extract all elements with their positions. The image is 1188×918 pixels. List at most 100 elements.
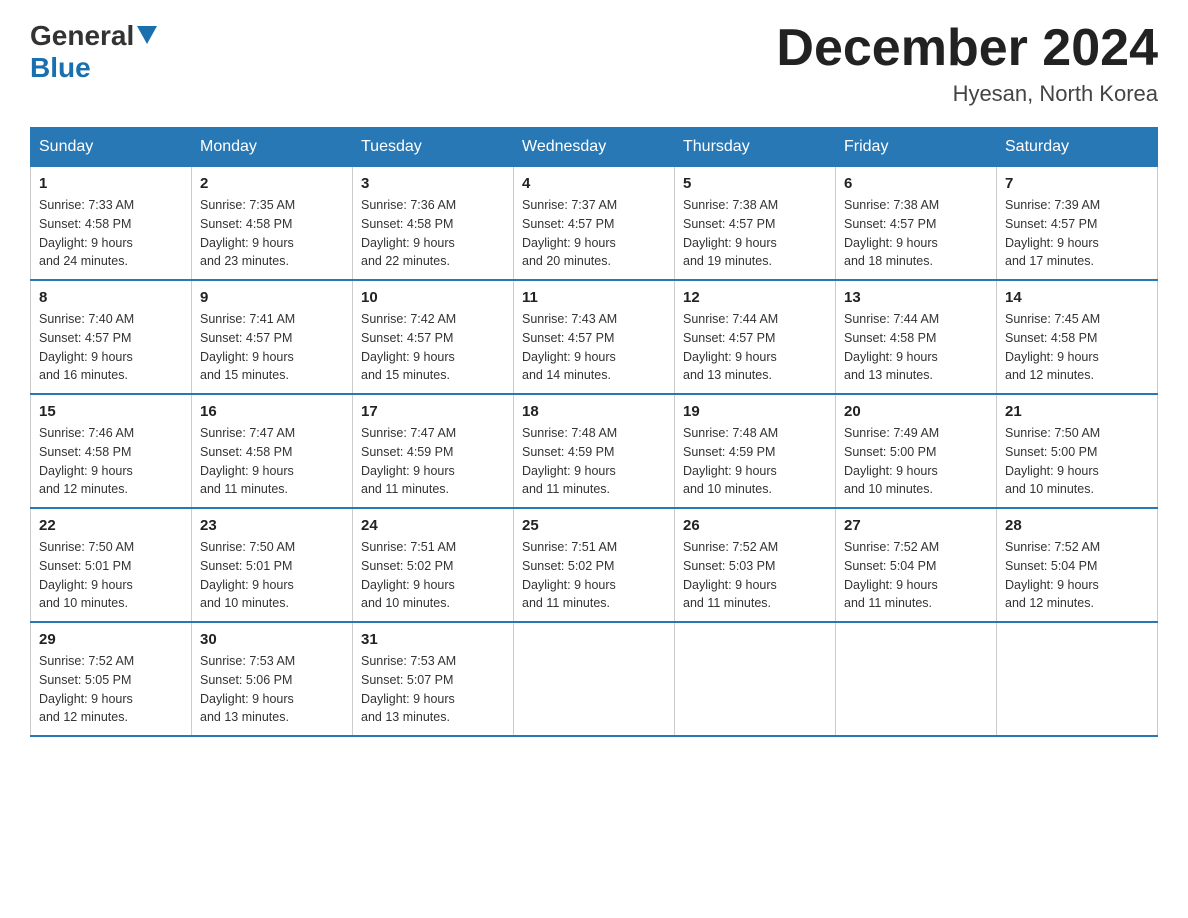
calendar-cell: 27 Sunrise: 7:52 AM Sunset: 5:04 PM Dayl… xyxy=(836,508,997,622)
calendar-cell: 20 Sunrise: 7:49 AM Sunset: 5:00 PM Dayl… xyxy=(836,394,997,508)
calendar-cell: 4 Sunrise: 7:37 AM Sunset: 4:57 PM Dayli… xyxy=(514,167,675,281)
day-info: Sunrise: 7:52 AM Sunset: 5:03 PM Dayligh… xyxy=(683,538,827,613)
day-info: Sunrise: 7:51 AM Sunset: 5:02 PM Dayligh… xyxy=(522,538,666,613)
day-number: 18 xyxy=(522,403,666,420)
calendar-cell: 24 Sunrise: 7:51 AM Sunset: 5:02 PM Dayl… xyxy=(353,508,514,622)
calendar-title-section: December 2024 Hyesan, North Korea xyxy=(776,20,1158,107)
calendar-cell: 22 Sunrise: 7:50 AM Sunset: 5:01 PM Dayl… xyxy=(31,508,192,622)
calendar-subtitle: Hyesan, North Korea xyxy=(776,81,1158,107)
page-header: General Blue December 2024 Hyesan, North… xyxy=(30,20,1158,107)
calendar-title: December 2024 xyxy=(776,20,1158,77)
day-info: Sunrise: 7:46 AM Sunset: 4:58 PM Dayligh… xyxy=(39,424,183,499)
day-number: 31 xyxy=(361,631,505,648)
calendar-cell: 31 Sunrise: 7:53 AM Sunset: 5:07 PM Dayl… xyxy=(353,622,514,736)
day-number: 10 xyxy=(361,289,505,306)
calendar-cell: 6 Sunrise: 7:38 AM Sunset: 4:57 PM Dayli… xyxy=(836,167,997,281)
calendar-cell: 15 Sunrise: 7:46 AM Sunset: 4:58 PM Dayl… xyxy=(31,394,192,508)
day-info: Sunrise: 7:39 AM Sunset: 4:57 PM Dayligh… xyxy=(1005,196,1149,271)
day-info: Sunrise: 7:49 AM Sunset: 5:00 PM Dayligh… xyxy=(844,424,988,499)
day-number: 17 xyxy=(361,403,505,420)
calendar-cell: 13 Sunrise: 7:44 AM Sunset: 4:58 PM Dayl… xyxy=(836,280,997,394)
logo: General Blue xyxy=(30,20,157,84)
calendar-cell: 28 Sunrise: 7:52 AM Sunset: 5:04 PM Dayl… xyxy=(997,508,1158,622)
day-info: Sunrise: 7:52 AM Sunset: 5:05 PM Dayligh… xyxy=(39,652,183,727)
calendar-week-4: 22 Sunrise: 7:50 AM Sunset: 5:01 PM Dayl… xyxy=(31,508,1158,622)
day-info: Sunrise: 7:47 AM Sunset: 4:59 PM Dayligh… xyxy=(361,424,505,499)
day-info: Sunrise: 7:38 AM Sunset: 4:57 PM Dayligh… xyxy=(844,196,988,271)
logo-general-text: General xyxy=(30,20,134,52)
day-number: 3 xyxy=(361,175,505,192)
calendar-week-1: 1 Sunrise: 7:33 AM Sunset: 4:58 PM Dayli… xyxy=(31,167,1158,281)
calendar-cell: 30 Sunrise: 7:53 AM Sunset: 5:06 PM Dayl… xyxy=(192,622,353,736)
day-number: 13 xyxy=(844,289,988,306)
calendar-cell: 9 Sunrise: 7:41 AM Sunset: 4:57 PM Dayli… xyxy=(192,280,353,394)
day-info: Sunrise: 7:48 AM Sunset: 4:59 PM Dayligh… xyxy=(683,424,827,499)
calendar-cell: 8 Sunrise: 7:40 AM Sunset: 4:57 PM Dayli… xyxy=(31,280,192,394)
calendar-cell: 5 Sunrise: 7:38 AM Sunset: 4:57 PM Dayli… xyxy=(675,167,836,281)
calendar-week-5: 29 Sunrise: 7:52 AM Sunset: 5:05 PM Dayl… xyxy=(31,622,1158,736)
calendar-cell: 26 Sunrise: 7:52 AM Sunset: 5:03 PM Dayl… xyxy=(675,508,836,622)
logo-arrow-icon xyxy=(137,26,157,51)
calendar-cell: 7 Sunrise: 7:39 AM Sunset: 4:57 PM Dayli… xyxy=(997,167,1158,281)
day-info: Sunrise: 7:44 AM Sunset: 4:57 PM Dayligh… xyxy=(683,310,827,385)
day-number: 9 xyxy=(200,289,344,306)
day-info: Sunrise: 7:51 AM Sunset: 5:02 PM Dayligh… xyxy=(361,538,505,613)
day-number: 2 xyxy=(200,175,344,192)
day-number: 23 xyxy=(200,517,344,534)
calendar-cell xyxy=(675,622,836,736)
calendar-cell: 3 Sunrise: 7:36 AM Sunset: 4:58 PM Dayli… xyxy=(353,167,514,281)
day-number: 25 xyxy=(522,517,666,534)
day-info: Sunrise: 7:48 AM Sunset: 4:59 PM Dayligh… xyxy=(522,424,666,499)
header-sunday: Sunday xyxy=(31,128,192,167)
day-info: Sunrise: 7:50 AM Sunset: 5:00 PM Dayligh… xyxy=(1005,424,1149,499)
calendar-cell: 2 Sunrise: 7:35 AM Sunset: 4:58 PM Dayli… xyxy=(192,167,353,281)
day-number: 7 xyxy=(1005,175,1149,192)
day-info: Sunrise: 7:47 AM Sunset: 4:58 PM Dayligh… xyxy=(200,424,344,499)
day-number: 20 xyxy=(844,403,988,420)
day-info: Sunrise: 7:38 AM Sunset: 4:57 PM Dayligh… xyxy=(683,196,827,271)
day-info: Sunrise: 7:43 AM Sunset: 4:57 PM Dayligh… xyxy=(522,310,666,385)
calendar-cell: 19 Sunrise: 7:48 AM Sunset: 4:59 PM Dayl… xyxy=(675,394,836,508)
day-info: Sunrise: 7:53 AM Sunset: 5:07 PM Dayligh… xyxy=(361,652,505,727)
day-info: Sunrise: 7:44 AM Sunset: 4:58 PM Dayligh… xyxy=(844,310,988,385)
header-saturday: Saturday xyxy=(997,128,1158,167)
day-number: 14 xyxy=(1005,289,1149,306)
day-info: Sunrise: 7:45 AM Sunset: 4:58 PM Dayligh… xyxy=(1005,310,1149,385)
header-monday: Monday xyxy=(192,128,353,167)
calendar-cell: 17 Sunrise: 7:47 AM Sunset: 4:59 PM Dayl… xyxy=(353,394,514,508)
calendar-table: Sunday Monday Tuesday Wednesday Thursday… xyxy=(30,127,1158,737)
day-info: Sunrise: 7:53 AM Sunset: 5:06 PM Dayligh… xyxy=(200,652,344,727)
calendar-cell: 12 Sunrise: 7:44 AM Sunset: 4:57 PM Dayl… xyxy=(675,280,836,394)
day-info: Sunrise: 7:50 AM Sunset: 5:01 PM Dayligh… xyxy=(200,538,344,613)
day-number: 11 xyxy=(522,289,666,306)
day-number: 30 xyxy=(200,631,344,648)
calendar-cell xyxy=(836,622,997,736)
calendar-header-row: Sunday Monday Tuesday Wednesday Thursday… xyxy=(31,128,1158,167)
day-number: 15 xyxy=(39,403,183,420)
calendar-cell: 11 Sunrise: 7:43 AM Sunset: 4:57 PM Dayl… xyxy=(514,280,675,394)
day-info: Sunrise: 7:52 AM Sunset: 5:04 PM Dayligh… xyxy=(1005,538,1149,613)
header-tuesday: Tuesday xyxy=(353,128,514,167)
calendar-cell: 21 Sunrise: 7:50 AM Sunset: 5:00 PM Dayl… xyxy=(997,394,1158,508)
day-info: Sunrise: 7:37 AM Sunset: 4:57 PM Dayligh… xyxy=(522,196,666,271)
calendar-cell: 25 Sunrise: 7:51 AM Sunset: 5:02 PM Dayl… xyxy=(514,508,675,622)
day-number: 16 xyxy=(200,403,344,420)
day-number: 24 xyxy=(361,517,505,534)
day-number: 5 xyxy=(683,175,827,192)
day-number: 27 xyxy=(844,517,988,534)
day-info: Sunrise: 7:33 AM Sunset: 4:58 PM Dayligh… xyxy=(39,196,183,271)
calendar-cell: 29 Sunrise: 7:52 AM Sunset: 5:05 PM Dayl… xyxy=(31,622,192,736)
logo-blue-text: Blue xyxy=(30,52,91,83)
calendar-cell: 1 Sunrise: 7:33 AM Sunset: 4:58 PM Dayli… xyxy=(31,167,192,281)
calendar-cell: 18 Sunrise: 7:48 AM Sunset: 4:59 PM Dayl… xyxy=(514,394,675,508)
day-number: 6 xyxy=(844,175,988,192)
header-thursday: Thursday xyxy=(675,128,836,167)
header-wednesday: Wednesday xyxy=(514,128,675,167)
calendar-cell: 10 Sunrise: 7:42 AM Sunset: 4:57 PM Dayl… xyxy=(353,280,514,394)
day-number: 21 xyxy=(1005,403,1149,420)
day-number: 28 xyxy=(1005,517,1149,534)
calendar-cell: 14 Sunrise: 7:45 AM Sunset: 4:58 PM Dayl… xyxy=(997,280,1158,394)
calendar-cell xyxy=(514,622,675,736)
calendar-cell: 16 Sunrise: 7:47 AM Sunset: 4:58 PM Dayl… xyxy=(192,394,353,508)
day-number: 19 xyxy=(683,403,827,420)
